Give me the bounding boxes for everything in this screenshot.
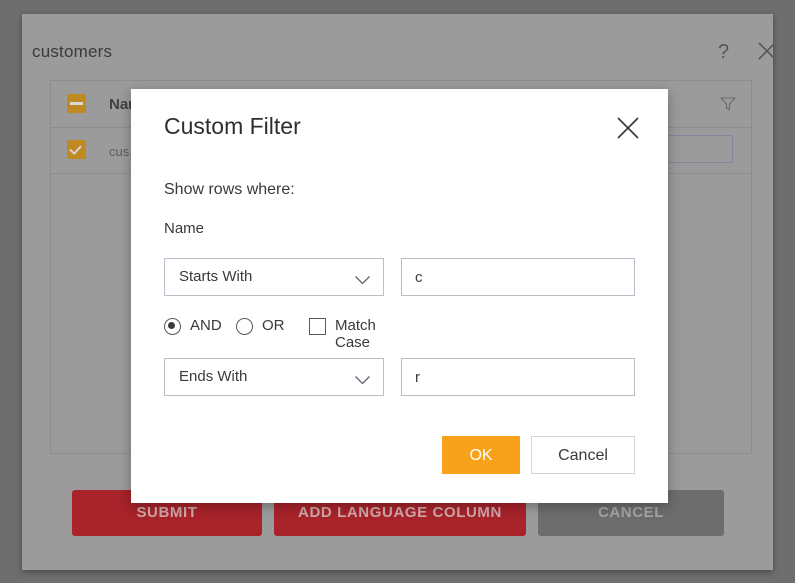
operator-select-1-label: Starts With bbox=[179, 268, 253, 285]
close-icon[interactable] bbox=[615, 115, 641, 146]
row-select-checkbox[interactable] bbox=[67, 140, 86, 159]
window-title: customers bbox=[32, 42, 113, 61]
window-titlebar: customers ? bbox=[22, 14, 773, 69]
dialog-title: Custom Filter bbox=[164, 113, 301, 139]
ok-button[interactable]: OK bbox=[442, 436, 520, 474]
radio-or[interactable] bbox=[236, 318, 253, 335]
select-all-name-checkbox[interactable] bbox=[67, 94, 86, 113]
radio-and-label: AND bbox=[190, 317, 222, 334]
svg-text:?: ? bbox=[718, 41, 729, 62]
close-icon[interactable] bbox=[756, 40, 773, 62]
match-case-label: Match Case bbox=[335, 317, 376, 351]
match-case-checkbox[interactable] bbox=[309, 318, 326, 335]
question-mark-icon[interactable]: ? bbox=[714, 40, 734, 62]
filter-funnel-icon[interactable] bbox=[719, 95, 737, 118]
chevron-down-icon bbox=[354, 273, 371, 291]
operator-select-2-label: Ends With bbox=[179, 368, 248, 385]
filter-value-input-1[interactable] bbox=[401, 258, 635, 296]
filter-field-name: Name bbox=[164, 220, 205, 237]
row-name-value: cus bbox=[109, 144, 130, 159]
operator-select-1[interactable]: Starts With bbox=[164, 258, 384, 296]
dialog-cancel-button[interactable]: Cancel bbox=[531, 436, 635, 474]
radio-and[interactable] bbox=[164, 318, 181, 335]
operator-select-2[interactable]: Ends With bbox=[164, 358, 384, 396]
filter-value-input-2[interactable] bbox=[401, 358, 635, 396]
show-rows-where-label: Show rows where: bbox=[164, 181, 295, 198]
radio-or-label: OR bbox=[262, 317, 285, 334]
custom-filter-dialog: Custom Filter Show rows where: Name Star… bbox=[131, 89, 668, 503]
chevron-down-icon bbox=[354, 373, 371, 391]
